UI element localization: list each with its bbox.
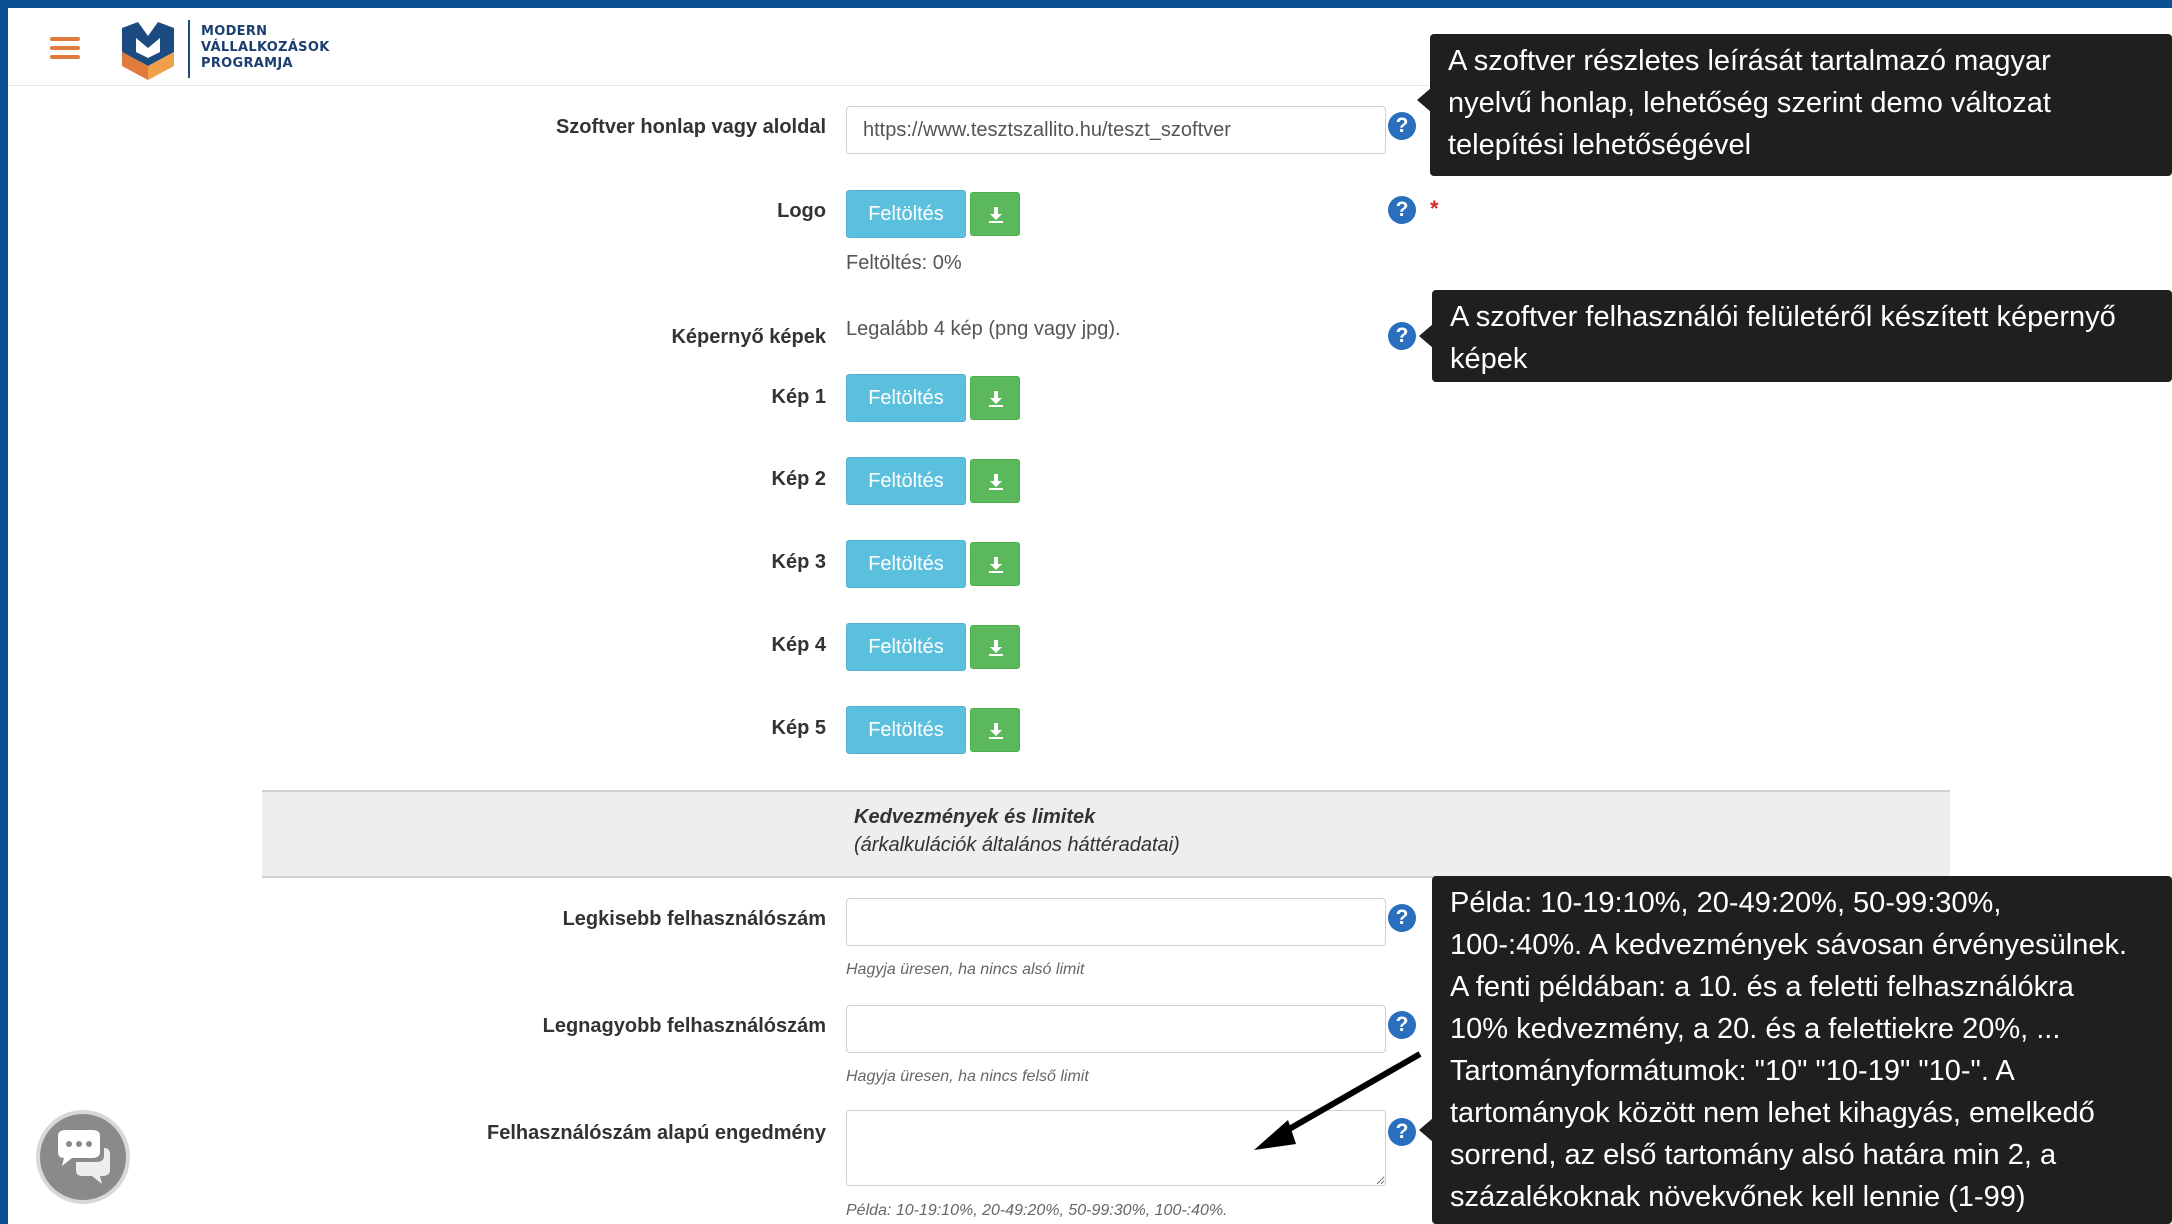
section-subtitle: (árkalkulációk általános háttéradatai) bbox=[854, 834, 1180, 856]
tooltip-line: telepítési lehetőségével bbox=[1448, 129, 1752, 161]
download-icon bbox=[989, 640, 1003, 656]
discount-tooltip: Példa: 10-19:10%, 20-49:20%, 50-99:30%, … bbox=[1432, 876, 2172, 1224]
min-users-label: Legkisebb felhasználószám bbox=[562, 908, 826, 930]
download-icon bbox=[989, 474, 1003, 490]
max-users-label: Legnagyobb felhasználószám bbox=[542, 1015, 826, 1037]
logo-text: MODERN VÁLLALKOZÁSOK PROGRAMJA bbox=[201, 24, 330, 72]
annotation-arrow-icon bbox=[1254, 1051, 1422, 1150]
tooltip-line: A szoftver részletes leírását tartalmazó… bbox=[1448, 45, 2051, 77]
download-icon bbox=[989, 723, 1003, 739]
user-discount-label: Felhasználószám alapú engedmény bbox=[487, 1122, 826, 1144]
chat-widget-button[interactable] bbox=[36, 1110, 130, 1204]
screenshot-3-label: Kép 3 bbox=[771, 551, 826, 573]
logo-line-1: MODERN bbox=[201, 24, 268, 39]
tooltip-line: Tartományformátumok: "10" "10-19" "10-".… bbox=[1450, 1055, 2015, 1087]
screenshot-1-upload-button[interactable]: Feltöltés bbox=[846, 374, 966, 422]
logo-label: Logo bbox=[777, 200, 826, 222]
tooltip-line: A szoftver felhasználói felületéről kész… bbox=[1450, 301, 2116, 333]
homepage-tooltip-arrow bbox=[1417, 88, 1431, 112]
tooltip-line: 100-:40%. A kedvezmények sávosan érvénye… bbox=[1450, 929, 2128, 961]
logo-progress-text: Feltöltés: 0% bbox=[846, 252, 962, 274]
homepage-label: Szoftver honlap vagy aloldal bbox=[555, 116, 826, 138]
logo-download-button[interactable] bbox=[970, 192, 1020, 236]
required-mark: * bbox=[1430, 196, 1439, 221]
tooltip-line: százalékoknak növekvőnek kell lennie (1-… bbox=[1450, 1181, 2026, 1213]
tooltip-line: sorrend, az első tartomány alsó határa m… bbox=[1450, 1139, 2057, 1171]
min-users-help-icon[interactable]: ? bbox=[1388, 904, 1416, 932]
download-icon bbox=[989, 557, 1003, 573]
min-users-hint: Hagyja üresen, ha nincs alsó limit bbox=[846, 961, 1085, 978]
min-users-input[interactable] bbox=[846, 898, 1386, 946]
chat-bubble-icon bbox=[58, 1130, 110, 1184]
screenshots-help-icon[interactable]: ? bbox=[1388, 322, 1416, 350]
screenshots-tooltip: A szoftver felhasználói felületéről kész… bbox=[1432, 290, 2172, 382]
logo-divider bbox=[188, 20, 190, 78]
logo-line-3: PROGRAMJA bbox=[201, 56, 293, 71]
tooltip-line: képek bbox=[1450, 343, 1528, 375]
screenshot-1-label: Kép 1 bbox=[771, 386, 826, 408]
tooltip-line: A fenti példában: a 10. és a feletti fel… bbox=[1450, 971, 2074, 1003]
hamburger-icon[interactable] bbox=[48, 32, 84, 62]
screenshot-2-label: Kép 2 bbox=[771, 468, 826, 490]
homepage-tooltip: A szoftver részletes leírását tartalmazó… bbox=[1430, 34, 2172, 176]
screenshot-5-download-button[interactable] bbox=[970, 708, 1020, 752]
screenshot-2-upload-button[interactable]: Feltöltés bbox=[846, 457, 966, 505]
screenshot-1-download-button[interactable] bbox=[970, 376, 1020, 420]
max-users-help-icon[interactable]: ? bbox=[1388, 1011, 1416, 1039]
logo-help-icon[interactable]: ? bbox=[1388, 196, 1416, 224]
tooltip-line: Példa: 10-19:10%, 20-49:20%, 50-99:30%, bbox=[1450, 887, 2002, 919]
screenshot-2-download-button[interactable] bbox=[970, 459, 1020, 503]
homepage-input[interactable] bbox=[846, 106, 1386, 154]
screenshot-4-upload-button[interactable]: Feltöltés bbox=[846, 623, 966, 671]
screenshot-4-download-button[interactable] bbox=[970, 625, 1020, 669]
user-discount-hint: Példa: 10-19:10%, 20-49:20%, 50-99:30%, … bbox=[846, 1202, 1228, 1219]
tooltip-line: 10% kedvezmény, a 20. és a felettiekre 2… bbox=[1450, 1013, 2061, 1045]
download-icon bbox=[989, 207, 1003, 223]
logo-line-2: VÁLLALKOZÁSOK bbox=[201, 40, 330, 55]
screenshot-5-upload-button[interactable]: Feltöltés bbox=[846, 706, 966, 754]
max-users-hint: Hagyja üresen, ha nincs felső limit bbox=[846, 1068, 1089, 1085]
download-icon bbox=[989, 391, 1003, 407]
screenshots-note: Legalább 4 kép (png vagy jpg). bbox=[846, 318, 1121, 340]
screenshot-4-label: Kép 4 bbox=[771, 634, 826, 656]
logo-upload-button[interactable]: Feltöltés bbox=[846, 190, 966, 238]
homepage-help-icon[interactable]: ? bbox=[1388, 112, 1416, 140]
tooltip-line: nyelvű honlap, lehetőség szerint demo vá… bbox=[1448, 87, 2051, 119]
screenshot-5-label: Kép 5 bbox=[771, 717, 826, 739]
screenshot-3-upload-button[interactable]: Feltöltés bbox=[846, 540, 966, 588]
screenshot-3-download-button[interactable] bbox=[970, 542, 1020, 586]
mvp-logo-icon bbox=[122, 22, 174, 80]
screenshots-label: Képernyő képek bbox=[671, 326, 826, 348]
window-frame-left bbox=[0, 0, 8, 1224]
screenshots-tooltip-arrow bbox=[1419, 324, 1433, 348]
window-frame-top bbox=[0, 0, 2172, 8]
tooltip-line: tartományok között nem lehet kihagyás, e… bbox=[1450, 1097, 2095, 1129]
section-title: Kedvezmények és limitek bbox=[854, 806, 1096, 828]
